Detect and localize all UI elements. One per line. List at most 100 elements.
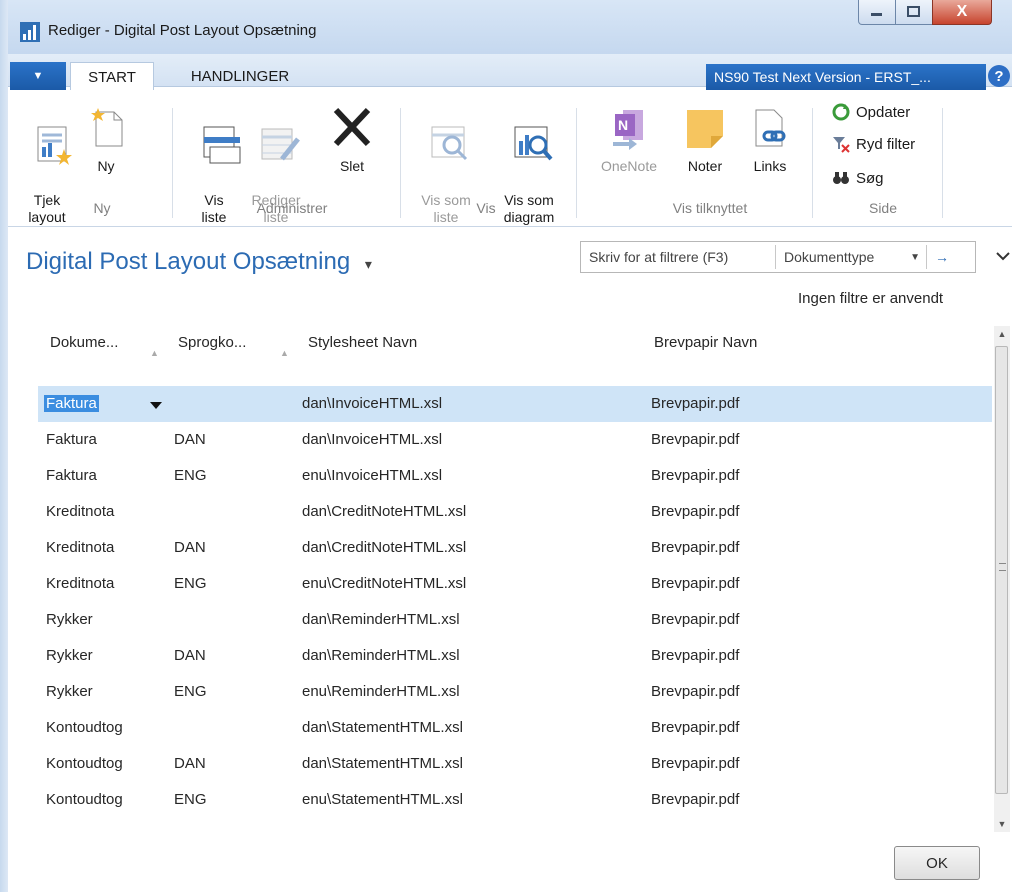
cell-language[interactable]: DAN: [174, 539, 206, 556]
cell-document[interactable]: Kontoudtog: [46, 755, 123, 772]
cell-document[interactable]: Kontoudtog: [46, 791, 123, 808]
onenote-button[interactable]: N OneNote: [594, 106, 664, 175]
table-row[interactable]: Kontoudtog dan\StatementHTML.xsl Brevpapir…: [38, 710, 992, 746]
cell-document[interactable]: Rykker: [46, 683, 93, 700]
cell-language[interactable]: DAN: [174, 647, 206, 664]
edit-list-button[interactable]: Rediger liste: [248, 106, 304, 243]
table-row[interactable]: Rykker ENG enu\ReminderHTML.xsl Brevpapir.p…: [38, 674, 992, 710]
filter-input[interactable]: Skriv for at filtrere (F3): [581, 245, 776, 269]
table-row[interactable]: Kontoudtog ENG enu\StatementHTML.xsl Brevpa…: [38, 782, 992, 818]
column-header-document[interactable]: Dokume...: [50, 334, 118, 351]
table-row[interactable]: Rykker DAN dan\ReminderHTML.xsl Brevpapir.p…: [38, 638, 992, 674]
cell-stylesheet[interactable]: dan\ReminderHTML.xsl: [302, 647, 460, 664]
table-row[interactable]: Faktura ENG enu\InvoiceHTML.xsl Brevpapir.p…: [38, 458, 992, 494]
cell-stylesheet[interactable]: dan\CreditNoteHTML.xsl: [302, 503, 466, 520]
cell-document[interactable]: Kreditnota: [46, 503, 114, 520]
cell-language[interactable]: ENG: [174, 683, 207, 700]
cell-paper[interactable]: Brevpapir.pdf: [651, 575, 739, 592]
refresh-button[interactable]: Opdater: [832, 103, 910, 121]
table-row[interactable]: Faktura dan\InvoiceHTML.xsl Brevpapir.pdf: [38, 386, 992, 422]
notes-button[interactable]: Noter: [680, 106, 730, 175]
cell-paper[interactable]: Brevpapir.pdf: [651, 467, 739, 484]
vertical-scrollbar[interactable]: ▲ ▼: [994, 326, 1010, 832]
cell-stylesheet[interactable]: dan\StatementHTML.xsl: [302, 755, 463, 772]
ribbon-separator: [942, 108, 943, 218]
cell-stylesheet[interactable]: enu\ReminderHTML.xsl: [302, 683, 460, 700]
cell-document[interactable]: Faktura: [44, 395, 99, 412]
tab-start[interactable]: START: [70, 62, 154, 91]
delete-button[interactable]: Slet: [330, 106, 374, 175]
ribbon-separator: [172, 108, 173, 218]
page-title[interactable]: Digital Post Layout Opsætning ▾: [26, 248, 372, 276]
cell-document[interactable]: Faktura: [46, 467, 97, 484]
cell-paper[interactable]: Brevpapir.pdf: [651, 755, 739, 772]
cell-document[interactable]: Rykker: [46, 647, 93, 664]
cell-stylesheet[interactable]: dan\InvoiceHTML.xsl: [302, 431, 442, 448]
filter-bar: Skriv for at filtrere (F3) Dokumenttype …: [580, 241, 976, 273]
cell-paper[interactable]: Brevpapir.pdf: [651, 611, 739, 628]
maximize-button[interactable]: [895, 0, 933, 25]
apply-filter-button[interactable]: →: [926, 245, 957, 269]
cell-stylesheet[interactable]: dan\StatementHTML.xsl: [302, 719, 463, 736]
filter-field-label: Dokumenttype: [784, 249, 875, 265]
check-layout-button[interactable]: Tjek layout: [24, 106, 72, 243]
minimize-button[interactable]: [858, 0, 896, 25]
scroll-up-icon[interactable]: ▲: [994, 326, 1010, 342]
cell-language[interactable]: DAN: [174, 431, 206, 448]
view-as-list-button[interactable]: Vis som liste: [414, 106, 478, 243]
company-name[interactable]: NS90 Test Next Version - ERST_...: [706, 64, 986, 90]
tab-handlinger[interactable]: HANDLINGER: [175, 62, 305, 90]
collapse-chevron-icon[interactable]: [996, 248, 1010, 266]
clear-filter-button[interactable]: Ryd filter: [832, 135, 915, 153]
view-as-chart-button[interactable]: Vis som diagram: [494, 106, 564, 243]
cell-language[interactable]: ENG: [174, 575, 207, 592]
table-row[interactable]: Kreditnota DAN dan\CreditNoteHTML.xsl Brevp…: [38, 530, 992, 566]
chevron-down-icon[interactable]: [150, 402, 162, 409]
application-menu-button[interactable]: ▼: [10, 62, 66, 90]
scroll-down-icon[interactable]: ▼: [994, 816, 1010, 832]
column-header-paper[interactable]: Brevpapir Navn: [654, 334, 757, 351]
table-row[interactable]: Kreditnota ENG enu\CreditNoteHTML.xsl Brevp…: [38, 566, 992, 602]
cell-stylesheet[interactable]: dan\CreditNoteHTML.xsl: [302, 539, 466, 556]
cell-paper[interactable]: Brevpapir.pdf: [651, 647, 739, 664]
filter-field-select[interactable]: Dokumenttype ▼: [776, 249, 926, 265]
cell-language[interactable]: DAN: [174, 755, 206, 772]
table-row[interactable]: Rykker dan\ReminderHTML.xsl Brevpapir.pdf: [38, 602, 992, 638]
cell-document[interactable]: Rykker: [46, 611, 93, 628]
search-button[interactable]: Søg: [832, 169, 884, 187]
cell-document[interactable]: Kreditnota: [46, 575, 114, 592]
cell-paper[interactable]: Brevpapir.pdf: [651, 539, 739, 556]
table-row[interactable]: Faktura DAN dan\InvoiceHTML.xsl Brevpapir.p…: [38, 422, 992, 458]
title-dropdown-icon[interactable]: ▾: [365, 256, 372, 272]
ok-button[interactable]: OK: [894, 846, 980, 880]
show-list-button[interactable]: Vis liste: [192, 106, 241, 243]
cell-document[interactable]: Kontoudtog: [46, 719, 123, 736]
new-button[interactable]: Ny: [86, 106, 126, 175]
table-row[interactable]: Kontoudtog DAN dan\StatementHTML.xsl Brevpa…: [38, 746, 992, 782]
cell-stylesheet[interactable]: dan\InvoiceHTML.xsl: [302, 395, 442, 412]
table-row[interactable]: Kreditnota dan\CreditNoteHTML.xsl Brevpapi…: [38, 494, 992, 530]
cell-document[interactable]: Faktura: [46, 431, 97, 448]
cell-paper[interactable]: Brevpapir.pdf: [651, 431, 739, 448]
cell-paper[interactable]: Brevpapir.pdf: [651, 719, 739, 736]
cell-language[interactable]: ENG: [174, 467, 207, 484]
cell-paper[interactable]: Brevpapir.pdf: [651, 683, 739, 700]
chevron-down-icon: ▼: [910, 251, 920, 263]
help-icon[interactable]: ?: [988, 65, 1010, 87]
app-icon: [20, 22, 40, 42]
close-button[interactable]: X: [932, 0, 992, 25]
links-button[interactable]: Links: [748, 106, 792, 175]
cell-paper[interactable]: Brevpapir.pdf: [651, 395, 739, 412]
cell-language[interactable]: ENG: [174, 791, 207, 808]
cell-paper[interactable]: Brevpapir.pdf: [651, 791, 739, 808]
cell-stylesheet[interactable]: enu\CreditNoteHTML.xsl: [302, 575, 466, 592]
column-header-stylesheet[interactable]: Stylesheet Navn: [308, 334, 417, 351]
column-header-language[interactable]: Sprogko...: [178, 334, 246, 351]
cell-document[interactable]: Kreditnota: [46, 539, 114, 556]
cell-stylesheet[interactable]: enu\InvoiceHTML.xsl: [302, 467, 442, 484]
cell-stylesheet[interactable]: dan\ReminderHTML.xsl: [302, 611, 460, 628]
scrollbar-thumb[interactable]: [995, 346, 1008, 794]
new-icon: [91, 108, 123, 147]
cell-stylesheet[interactable]: enu\StatementHTML.xsl: [302, 791, 463, 808]
cell-paper[interactable]: Brevpapir.pdf: [651, 503, 739, 520]
